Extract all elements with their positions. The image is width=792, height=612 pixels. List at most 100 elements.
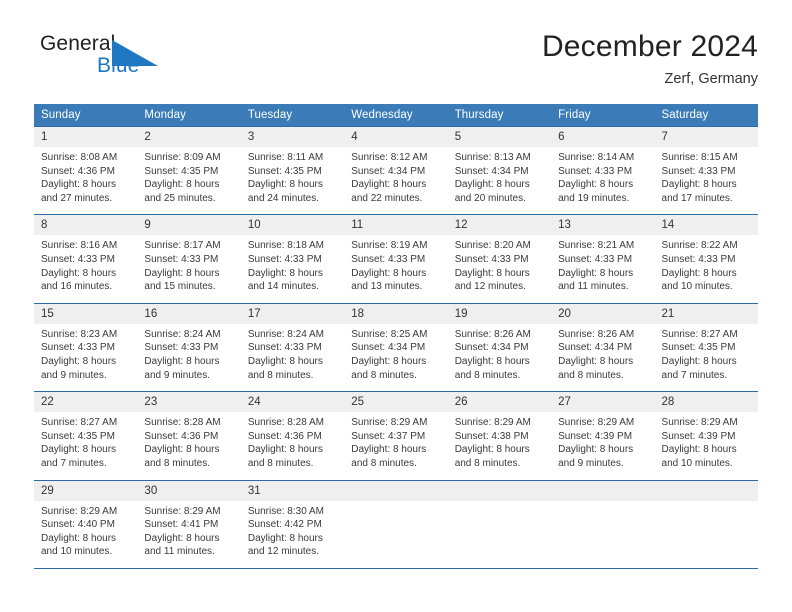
sunrise-time: Sunrise: 8:24 AM [144, 328, 221, 340]
calendar-day-cell[interactable]: 5 Sunrise: 8:13 AM Sunset: 4:34 PM Daylight… [447, 125, 552, 215]
day-number: 19 [447, 303, 552, 324]
sunrise-sunset-calendar: Sunday Monday Tuesday Wednesday Thursday… [34, 104, 758, 569]
sunrise-time: Sunrise: 8:29 AM [558, 417, 635, 429]
calendar-day-cell[interactable]: 12 Sunrise: 8:20 AM Sunset: 4:33 PM Dayligh… [447, 214, 552, 304]
day-details: Sunrise: 8:16 AM Sunset: 4:33 PM Daylight:… [34, 235, 137, 302]
day-details [344, 501, 447, 514]
day-number: 2 [137, 127, 241, 147]
calendar-day-cell[interactable]: 19 Sunrise: 8:26 AM Sunset: 4:34 PM Dayligh… [447, 302, 552, 392]
calendar-day-cell[interactable]: 8 Sunrise: 8:16 AM Sunset: 4:33 PM Daylight… [34, 214, 138, 304]
sunrise-time: Sunrise: 8:28 AM [247, 417, 324, 429]
sunset-time: Sunset: 4:33 PM [144, 342, 219, 354]
day-number: 3 [240, 127, 345, 147]
calendar-day-cell[interactable]: 16 Sunrise: 8:24 AM Sunset: 4:33 PM Dayligh… [137, 302, 241, 392]
day-number: 13 [551, 215, 655, 236]
calendar-day-cell[interactable]: 7 Sunrise: 8:15 AM Sunset: 4:33 PM Daylight… [654, 125, 758, 215]
day-number: 4 [344, 127, 448, 147]
daylight-duration-line1: Daylight: 8 hours [351, 267, 427, 279]
day-details: Sunrise: 8:21 AM Sunset: 4:33 PM Daylight:… [551, 235, 654, 302]
calendar-page: General Blue December 2024 Zerf, Germany… [0, 0, 792, 612]
calendar-day-cell[interactable]: 13 Sunrise: 8:21 AM Sunset: 4:33 PM Dayligh… [551, 214, 655, 304]
daylight-duration-line2: and 10 minutes. [661, 281, 733, 293]
calendar-day-cell[interactable]: 21 Sunrise: 8:27 AM Sunset: 4:35 PM Dayligh… [654, 302, 758, 392]
sunrise-time: Sunrise: 8:23 AM [41, 328, 118, 340]
calendar-day-cell[interactable]: 15 Sunrise: 8:23 AM Sunset: 4:33 PM Dayligh… [34, 302, 138, 392]
logo-text-blue: Blue [97, 54, 140, 77]
daylight-duration-line2: and 16 minutes. [41, 281, 113, 293]
daylight-duration-line1: Daylight: 8 hours [41, 267, 117, 279]
daylight-duration-line1: Daylight: 8 hours [144, 444, 220, 456]
daylight-duration-line2: and 8 minutes. [351, 457, 417, 469]
daylight-duration-line2: and 15 minutes. [144, 281, 216, 293]
calendar-empty-cell [654, 479, 758, 569]
sunrise-time: Sunrise: 8:30 AM [247, 505, 324, 517]
calendar-day-cell[interactable]: 22 Sunrise: 8:27 AM Sunset: 4:35 PM Dayligh… [34, 391, 138, 480]
day-number: 7 [654, 127, 758, 147]
daylight-duration-line2: and 8 minutes. [558, 369, 624, 381]
sunset-time: Sunset: 4:39 PM [661, 430, 736, 442]
day-number: 31 [240, 480, 345, 501]
day-details: Sunrise: 8:18 AM Sunset: 4:33 PM Daylight:… [241, 235, 344, 302]
calendar-day-cell[interactable]: 31 Sunrise: 8:30 AM Sunset: 4:42 PM Dayligh… [240, 479, 345, 569]
calendar-day-cell[interactable]: 14 Sunrise: 8:22 AM Sunset: 4:33 PM Dayligh… [654, 214, 758, 304]
calendar-day-cell[interactable]: 20 Sunrise: 8:26 AM Sunset: 4:34 PM Dayligh… [551, 302, 655, 392]
daylight-duration-line2: and 9 minutes. [558, 457, 624, 469]
calendar-day-cell[interactable]: 24 Sunrise: 8:28 AM Sunset: 4:36 PM Dayligh… [240, 391, 345, 480]
sunset-time: Sunset: 4:35 PM [144, 165, 219, 177]
calendar-day-cell[interactable]: 26 Sunrise: 8:29 AM Sunset: 4:38 PM Dayligh… [447, 391, 552, 480]
calendar-day-cell[interactable]: 23 Sunrise: 8:28 AM Sunset: 4:36 PM Dayligh… [137, 391, 241, 480]
general-blue-logo[interactable]: General Blue [40, 32, 210, 90]
sunset-time: Sunset: 4:42 PM [247, 519, 322, 531]
sunrise-time: Sunrise: 8:18 AM [247, 240, 324, 252]
day-details: Sunrise: 8:17 AM Sunset: 4:33 PM Daylight:… [137, 235, 240, 302]
sunrise-time: Sunrise: 8:16 AM [41, 240, 118, 252]
daylight-duration-line2: and 17 minutes. [661, 192, 733, 204]
calendar-day-cell[interactable]: 6 Sunrise: 8:14 AM Sunset: 4:33 PM Daylight… [551, 125, 655, 215]
calendar-day-cell[interactable]: 27 Sunrise: 8:29 AM Sunset: 4:39 PM Dayligh… [551, 391, 655, 480]
sunset-time: Sunset: 4:34 PM [454, 342, 529, 354]
day-number [551, 480, 655, 501]
day-number: 12 [447, 215, 552, 236]
sunrise-time: Sunrise: 8:08 AM [41, 152, 118, 163]
daylight-duration-line1: Daylight: 8 hours [558, 267, 634, 279]
sunset-time: Sunset: 4:33 PM [247, 342, 322, 354]
daylight-duration-line2: and 8 minutes. [144, 457, 211, 469]
daylight-duration-line1: Daylight: 8 hours [454, 179, 530, 191]
calendar-day-cell[interactable]: 18 Sunrise: 8:25 AM Sunset: 4:34 PM Dayligh… [344, 302, 448, 392]
calendar-week-row: 1 Sunrise: 8:08 AM Sunset: 4:36 PM Daylight… [34, 125, 758, 215]
daylight-duration-line1: Daylight: 8 hours [144, 179, 220, 191]
sunset-time: Sunset: 4:33 PM [558, 253, 633, 265]
calendar-day-cell[interactable]: 25 Sunrise: 8:29 AM Sunset: 4:37 PM Dayligh… [344, 391, 448, 480]
calendar-day-cell[interactable]: 4 Sunrise: 8:12 AM Sunset: 4:34 PM Daylight… [344, 125, 448, 215]
calendar-day-cell[interactable]: 11 Sunrise: 8:19 AM Sunset: 4:33 PM Dayligh… [344, 214, 448, 304]
day-number: 14 [654, 215, 758, 236]
sunrise-time: Sunrise: 8:29 AM [351, 417, 428, 429]
calendar-day-cell[interactable]: 30 Sunrise: 8:29 AM Sunset: 4:41 PM Dayligh… [137, 479, 241, 569]
page-header: General Blue December 2024 Zerf, Germany [34, 28, 758, 98]
daylight-duration-line2: and 19 minutes. [558, 192, 630, 204]
calendar-day-cell[interactable]: 3 Sunrise: 8:11 AM Sunset: 4:35 PM Daylight… [240, 125, 345, 215]
sunset-time: Sunset: 4:39 PM [558, 430, 633, 442]
daylight-duration-line1: Daylight: 8 hours [247, 355, 323, 367]
sunset-time: Sunset: 4:40 PM [41, 519, 115, 531]
daylight-duration-line1: Daylight: 8 hours [661, 444, 737, 456]
daylight-duration-line2: and 9 minutes. [144, 369, 211, 381]
calendar-day-cell[interactable]: 2 Sunrise: 8:09 AM Sunset: 4:35 PM Daylight… [137, 125, 241, 215]
daylight-duration-line1: Daylight: 8 hours [351, 355, 427, 367]
calendar-day-cell[interactable]: 10 Sunrise: 8:18 AM Sunset: 4:33 PM Dayligh… [240, 214, 345, 304]
day-details [448, 501, 551, 514]
day-details: Sunrise: 8:15 AM Sunset: 4:33 PM Daylight:… [655, 147, 758, 214]
calendar-day-cell[interactable]: 17 Sunrise: 8:24 AM Sunset: 4:33 PM Dayligh… [240, 302, 345, 392]
day-number: 29 [34, 480, 138, 501]
day-details: Sunrise: 8:20 AM Sunset: 4:33 PM Daylight:… [448, 235, 551, 302]
day-details: Sunrise: 8:26 AM Sunset: 4:34 PM Daylight:… [448, 324, 551, 391]
day-details: Sunrise: 8:29 AM Sunset: 4:39 PM Daylight:… [551, 412, 654, 479]
daylight-duration-line2: and 25 minutes. [144, 192, 216, 204]
day-number: 30 [137, 480, 241, 501]
calendar-empty-cell [447, 479, 552, 569]
calendar-day-cell[interactable]: 9 Sunrise: 8:17 AM Sunset: 4:33 PM Daylight… [137, 214, 241, 304]
calendar-day-cell[interactable]: 29 Sunrise: 8:29 AM Sunset: 4:40 PM Dayligh… [34, 479, 138, 569]
sunset-time: Sunset: 4:33 PM [41, 342, 115, 354]
calendar-day-cell[interactable]: 28 Sunrise: 8:29 AM Sunset: 4:39 PM Dayligh… [654, 391, 758, 480]
calendar-day-cell[interactable]: 1 Sunrise: 8:08 AM Sunset: 4:36 PM Daylight… [34, 125, 138, 215]
